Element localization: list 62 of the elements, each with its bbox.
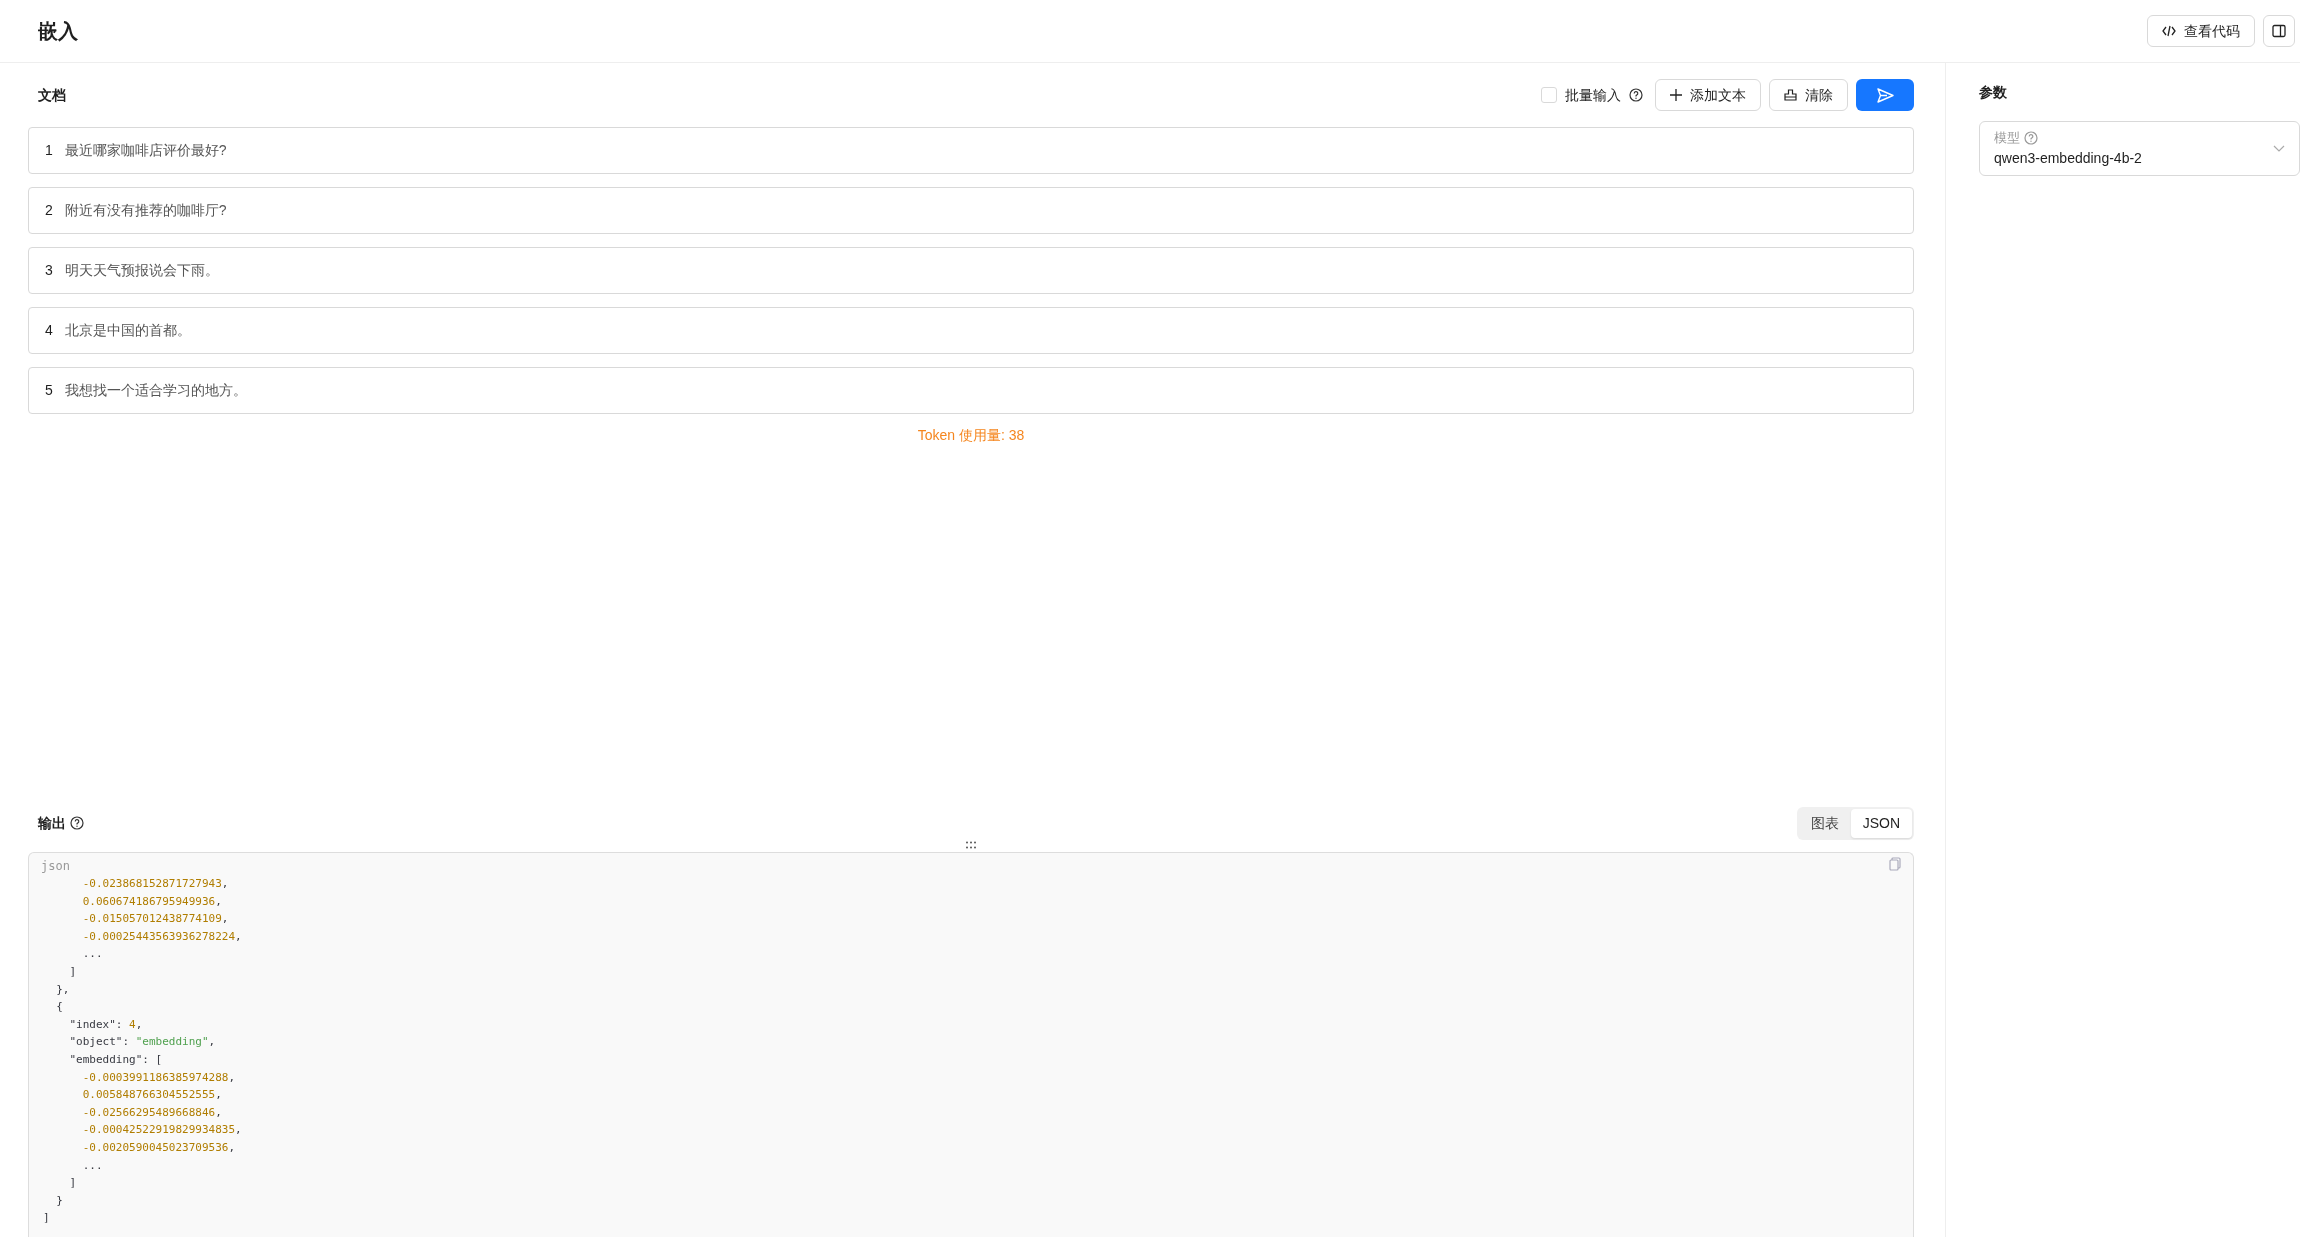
row-number: 5 <box>45 381 53 400</box>
row-number: 2 <box>45 201 53 220</box>
code-line: -0.00042522919829934835, <box>81 1122 243 1139</box>
page-title: 嵌入 <box>38 19 78 44</box>
document-row[interactable]: 2 附近有没有推荐的咖啡厅? <box>28 187 1914 234</box>
code-line: 0.005848766304552555, <box>81 1087 223 1104</box>
section-title: 文档 <box>38 85 66 105</box>
add-text-button[interactable]: 添加文本 <box>1655 79 1761 111</box>
code-line: "object": "embedding", <box>68 1034 217 1051</box>
row-number: 1 <box>45 141 53 160</box>
send-icon <box>1876 87 1894 103</box>
drag-handle-icon[interactable] <box>965 841 977 849</box>
document-text: 北京是中国的首都。 <box>64 321 191 340</box>
field-label: 模型 <box>1994 129 2020 148</box>
view-code-button[interactable]: 查看代码 <box>2147 15 2255 47</box>
document-text: 我想找一个适合学习的地方。 <box>64 381 247 400</box>
code-line: -0.015057012438774109, <box>81 911 230 928</box>
send-button[interactable] <box>1856 79 1914 111</box>
view-tab[interactable]: 图表 <box>1798 808 1851 838</box>
model-select[interactable]: 模型 qwen3-embedding-4b-2 <box>1979 121 2300 176</box>
code-line: -0.0020590045023709536, <box>81 1139 237 1156</box>
view-tab[interactable]: JSON <box>1850 808 1912 838</box>
code-line: ... <box>81 946 104 963</box>
row-number: 4 <box>45 321 53 340</box>
token-usage: Token 使用量: 38 <box>917 427 1025 443</box>
code-line: ] <box>68 1175 78 1192</box>
code-line: -0.0003991186385974288, <box>81 1069 237 1086</box>
section-title: 输出 <box>38 813 66 833</box>
code-line: ] <box>68 963 78 980</box>
clear-button[interactable]: 清除 <box>1769 79 1848 111</box>
document-row[interactable]: 3 明天天气预报说会下雨。 <box>28 247 1914 294</box>
code-line: 0.060674186795949936, <box>81 893 223 910</box>
code-line: ] <box>43 1210 51 1227</box>
sidebar-panel-icon <box>2272 24 2286 38</box>
checkbox-label: 批量输入 <box>1565 85 1621 105</box>
code-line: "embedding": [ <box>68 1051 164 1068</box>
batch-input-checkbox[interactable] <box>1541 87 1557 103</box>
code-language-label: json <box>41 858 70 875</box>
document-row[interactable]: 4 北京是中国的首都。 <box>28 307 1914 354</box>
plus-icon <box>1670 89 1682 101</box>
code-line: } <box>55 1192 64 1209</box>
code-line: -0.023868152871727943, <box>81 876 230 892</box>
code-line: -0.00025443563936278224, <box>81 928 243 945</box>
code-line: "index": 4, <box>68 1016 144 1033</box>
panel-toggle-button[interactable] <box>2263 15 2295 47</box>
help-icon <box>2024 131 2038 145</box>
field-value: qwen3-embedding-4b-2 <box>1994 148 2143 168</box>
document-text: 明天天气预报说会下雨。 <box>64 261 219 280</box>
help-icon <box>1629 88 1643 102</box>
help-icon <box>70 816 84 830</box>
code-icon <box>2162 25 2176 37</box>
row-number: 3 <box>45 261 53 280</box>
code-line: ... <box>81 1157 104 1174</box>
chevron-down-icon <box>2273 144 2285 153</box>
code-line: { <box>55 999 64 1016</box>
document-row[interactable]: 1 最近哪家咖啡店评价最好? <box>28 127 1914 174</box>
document-text: 附近有没有推荐的咖啡厅? <box>64 201 227 220</box>
section-title: 参数 <box>1979 82 2007 102</box>
code-line: -0.02566295489668846, <box>81 1104 223 1121</box>
code-line: }, <box>55 981 71 998</box>
document-row[interactable]: 5 我想找一个适合学习的地方。 <box>28 367 1914 414</box>
document-text: 最近哪家咖啡店评价最好? <box>64 141 227 160</box>
